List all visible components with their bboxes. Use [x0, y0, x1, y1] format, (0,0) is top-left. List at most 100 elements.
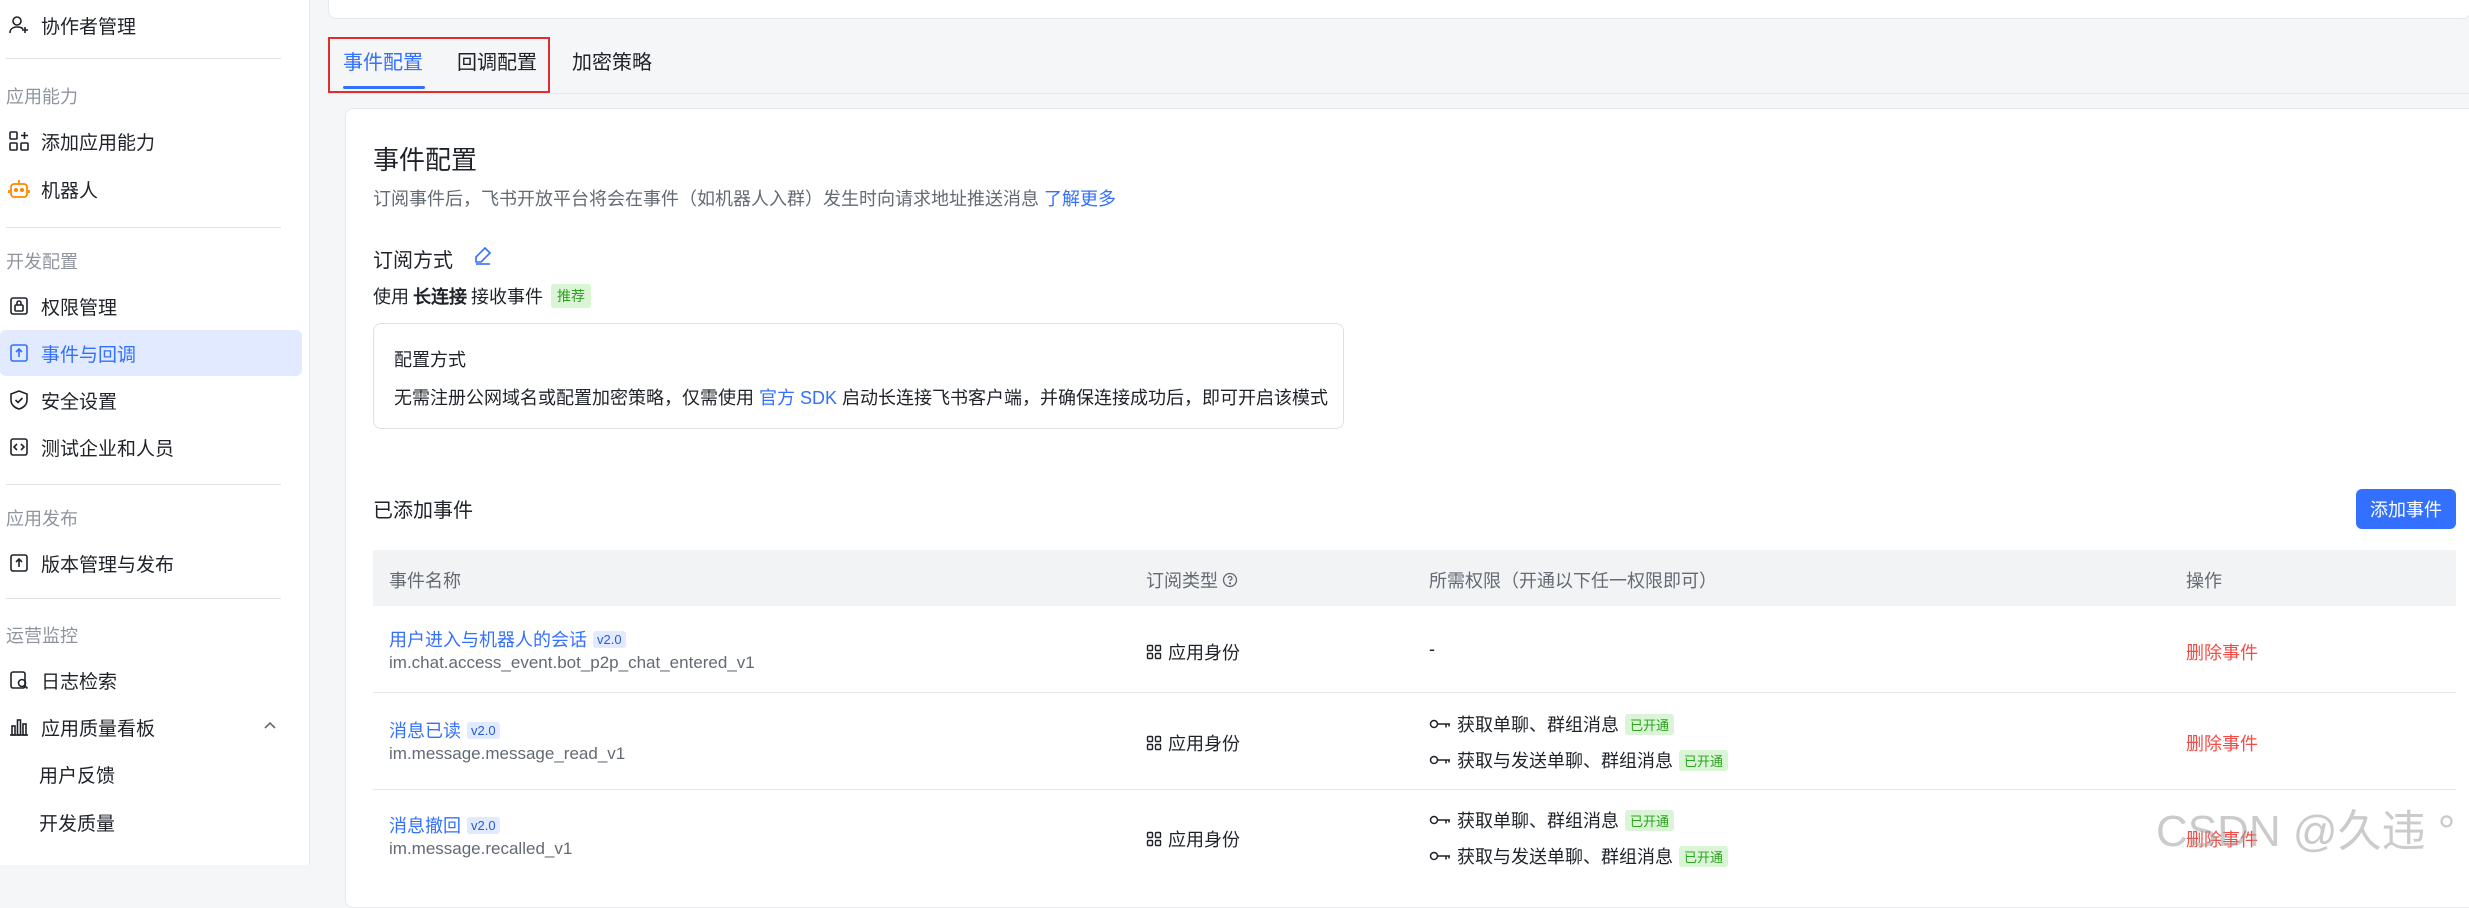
sidebar-item-label: 版本管理与发布 [41, 554, 175, 576]
app-grid-icon [1146, 644, 1162, 660]
permission-item: 获取单聊、群组消息 已开通 [1429, 807, 1675, 833]
group-title-app-ability: 应用能力 [6, 87, 78, 107]
sidebar: 协作者管理 应用能力 添加应用能力 机器人 开发配置 权限管理 事件与回调 安全… [0, 0, 310, 865]
event-key: im.chat.access_event.bot_p2p_chat_entere… [389, 653, 755, 672]
bar-chart-icon [8, 716, 30, 738]
long-connection-text: 长连接 [413, 287, 467, 307]
permission-item: 获取与发送单聊、群组消息 已开通 [1429, 747, 1729, 773]
permission-item: 获取单聊、群组消息 已开通 [1429, 711, 1675, 737]
divider [6, 58, 281, 59]
version-badge: v2.0 [467, 816, 500, 834]
permission-status-badge: 已开通 [1625, 809, 1675, 831]
permission-label: 获取单聊、群组消息 [1457, 811, 1619, 831]
use-prefix: 使用 [373, 287, 409, 307]
subscribe-method-value: 使用 长连接 接收事件 推荐 [373, 283, 591, 309]
sidebar-item-collaborators[interactable]: 协作者管理 [0, 2, 302, 48]
event-name-text[interactable]: 消息撤回 [389, 812, 461, 838]
event-box-icon [8, 342, 30, 364]
header-text: 操作 [2186, 571, 2222, 591]
robot-icon [8, 178, 30, 200]
tabs-divider [328, 93, 2469, 94]
header-text: 事件名称 [389, 571, 461, 591]
divider [6, 598, 281, 599]
learn-more-link[interactable]: 了解更多 [1044, 189, 1116, 209]
description-text: 订阅事件后，飞书开放平台将会在事件（如机器人入群）发生时向请求地址推送消息 [373, 189, 1039, 209]
event-name-link[interactable]: 用户进入与机器人的会话 v2.0 [389, 626, 626, 652]
sidebar-item-log-search[interactable]: 日志检索 [0, 657, 302, 703]
delete-event-button[interactable]: 删除事件 [2186, 730, 2258, 756]
event-name-text[interactable]: 消息已读 [389, 717, 461, 743]
sidebar-item-label: 用户反馈 [39, 765, 116, 787]
permission-status-badge: 已开通 [1679, 845, 1729, 867]
section-title: 事件配置 [373, 145, 478, 175]
sidebar-item-user-feedback[interactable]: 用户反馈 [0, 751, 302, 797]
sidebar-item-security[interactable]: 安全设置 [0, 377, 302, 423]
official-sdk-link[interactable]: 官方 SDK [759, 388, 837, 408]
group-title-release: 应用发布 [6, 509, 78, 529]
group-title-dev-config: 开发配置 [6, 252, 78, 272]
sidebar-item-quality-board[interactable]: 应用质量看板 [0, 704, 302, 750]
sidebar-item-label: 权限管理 [41, 297, 118, 319]
config-method-box [373, 323, 1344, 429]
permission-status-badge: 已开通 [1625, 713, 1675, 735]
column-header-event-name: 事件名称 [389, 567, 461, 593]
user-plus-icon [8, 14, 30, 36]
group-title-monitoring: 运营监控 [6, 626, 78, 646]
sidebar-item-label: 机器人 [41, 180, 99, 202]
log-search-icon [8, 669, 30, 691]
shield-icon [8, 389, 30, 411]
edit-icon[interactable] [473, 245, 493, 265]
event-key: im.message.recalled_v1 [389, 839, 573, 858]
header-text: 订阅类型 [1146, 571, 1218, 591]
sidebar-item-bot[interactable]: 机器人 [0, 166, 302, 212]
subscription-type-text: 应用身份 [1168, 643, 1240, 663]
no-permission: - [1429, 639, 1435, 659]
add-event-button[interactable]: 添加事件 [2356, 489, 2456, 529]
help-circle-icon[interactable] [1222, 572, 1238, 588]
tab-encryption[interactable]: 加密策略 [572, 46, 652, 75]
sidebar-item-label: 日志检索 [41, 671, 118, 693]
subscription-type-text: 应用身份 [1168, 830, 1240, 850]
event-name-link[interactable]: 消息已读 v2.0 [389, 717, 500, 743]
permission-status-badge: 已开通 [1679, 749, 1729, 771]
sidebar-item-permissions[interactable]: 权限管理 [0, 283, 302, 329]
table-header [373, 550, 2456, 606]
sidebar-item-version-release[interactable]: 版本管理与发布 [0, 540, 302, 586]
config-text-part: 启动长连接飞书客户端，并确保连接成功后，即可开启该模式 [842, 388, 1329, 408]
permission-label: 获取与发送单聊、群组消息 [1457, 751, 1673, 771]
sidebar-item-label: 添加应用能力 [41, 132, 156, 154]
key-icon [1429, 719, 1450, 729]
column-header-sub-type: 订阅类型 [1146, 567, 1238, 593]
annotation-highlight-box [328, 37, 550, 93]
sidebar-item-events-callbacks[interactable]: 事件与回调 [0, 330, 302, 376]
watermark: CSDN @久违 ° [2156, 807, 2456, 856]
chevron-up-icon[interactable] [262, 718, 278, 734]
top-card [328, 0, 2469, 19]
version-badge: v2.0 [467, 721, 500, 739]
section-description: 订阅事件后，飞书开放平台将会在事件（如机器人入群）发生时向请求地址推送消息 了解… [373, 185, 1116, 211]
version-badge: v2.0 [593, 630, 626, 648]
key-icon [1429, 755, 1450, 765]
sidebar-item-add-ability[interactable]: 添加应用能力 [0, 118, 302, 164]
subscription-type: 应用身份 [1146, 639, 1240, 665]
delete-event-button[interactable]: 删除事件 [2186, 639, 2258, 665]
use-suffix: 接收事件 [471, 287, 543, 307]
permission-label: 获取与发送单聊、群组消息 [1457, 847, 1673, 867]
key-icon [1429, 815, 1450, 825]
app-grid-icon [1146, 831, 1162, 847]
recommend-badge: 推荐 [551, 284, 591, 308]
permission-item: 获取与发送单聊、群组消息 已开通 [1429, 843, 1729, 869]
sidebar-item-test-enterprise[interactable]: 测试企业和人员 [0, 424, 302, 470]
sidebar-item-dev-quality[interactable]: 开发质量 [0, 799, 302, 845]
divider [6, 484, 281, 485]
key-icon [1429, 851, 1450, 861]
sidebar-item-label: 测试企业和人员 [41, 438, 175, 460]
sidebar-item-label: 应用质量看板 [41, 718, 156, 740]
upload-box-icon [8, 552, 30, 574]
subscribe-method-label: 订阅方式 [373, 250, 453, 272]
permission-label: 获取单聊、群组消息 [1457, 715, 1619, 735]
event-name-link[interactable]: 消息撤回 v2.0 [389, 812, 500, 838]
lock-box-icon [8, 295, 30, 317]
event-name-text[interactable]: 用户进入与机器人的会话 [389, 626, 587, 652]
config-text-part: 无需注册公网域名或配置加密策略，仅需使用 [394, 388, 754, 408]
